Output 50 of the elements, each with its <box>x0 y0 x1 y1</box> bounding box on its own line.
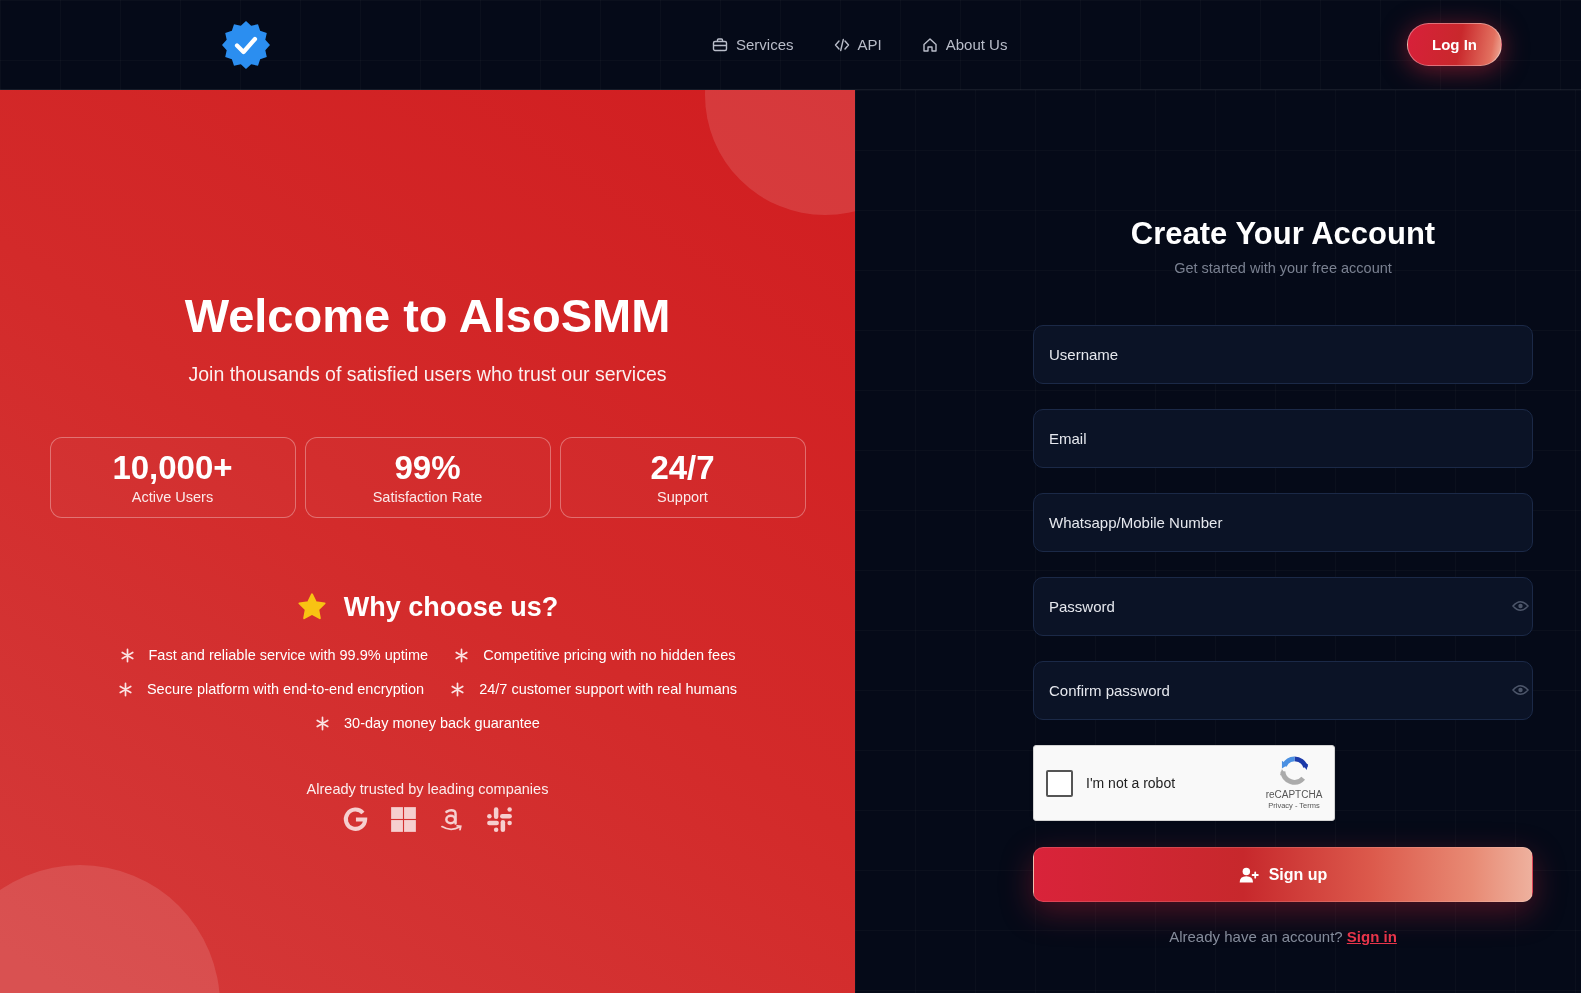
input-field[interactable]: Username <box>1033 325 1533 384</box>
hash-logo-icon <box>486 806 513 833</box>
stat-label: Satisfaction Rate <box>372 487 483 506</box>
form-subtitle: Get started with your free account <box>1173 259 1393 277</box>
hero-title: Welcome to AlsoSMM <box>184 290 671 342</box>
stat-label: Support <box>657 487 708 506</box>
asterisk-icon <box>454 647 470 663</box>
stat-value: 99% <box>394 449 461 486</box>
input-field[interactable]: Email <box>1033 409 1533 468</box>
nav-link[interactable]: Services <box>712 36 794 53</box>
eye-icon[interactable] <box>1512 600 1529 612</box>
password-field[interactable]: Password <box>1033 577 1533 636</box>
four-squares-logo-icon <box>390 806 417 833</box>
asterisk-icon <box>119 647 135 663</box>
captcha-brand: reCAPTCHA <box>1265 789 1323 801</box>
g-logo-icon <box>342 806 369 833</box>
user-plus-icon <box>1238 866 1259 883</box>
nav-link[interactable]: API <box>833 36 882 53</box>
captcha-label: I'm not a robot <box>1086 775 1176 791</box>
asterisk-icon <box>315 715 331 731</box>
feature-text: Fast and reliable service with 99.9% uptime <box>148 646 429 664</box>
stat-label: Active Users <box>131 487 214 506</box>
feature-text: Competitive pricing with no hidden fees <box>483 646 736 664</box>
a-smile-logo-icon <box>438 806 465 833</box>
password-field[interactable]: Confirm password <box>1033 661 1533 720</box>
check-badge-logo-icon[interactable] <box>222 20 270 69</box>
signin-link[interactable]: Sign in <box>1346 928 1397 945</box>
code-icon <box>833 36 850 53</box>
input-field[interactable]: Whatsapp/Mobile Number <box>1033 493 1533 552</box>
form-title: Create Your Account <box>1129 215 1437 252</box>
nav-link[interactable]: About Us <box>921 36 1008 53</box>
briefcase-icon <box>712 36 728 53</box>
signup-button[interactable]: Sign up <box>1033 847 1533 902</box>
feature-text: Secure platform with end-to-end encryption <box>146 680 425 698</box>
stat-value: 24/7 <box>650 449 715 486</box>
trusted-caption: Already trusted by leading companies <box>306 780 549 799</box>
signin-prompt: Already have an account? Sign in <box>1168 927 1398 947</box>
feature-text: 30-day money back guarantee <box>344 714 540 732</box>
circular-arrows-icon <box>1278 755 1310 786</box>
asterisk-icon <box>450 681 466 697</box>
feature-text: 24/7 customer support with real humans <box>479 680 738 698</box>
star-icon <box>296 592 327 622</box>
stat-value: 10,000+ <box>112 449 233 486</box>
captcha-checkbox[interactable] <box>1046 769 1073 797</box>
section-heading: Why choose us? <box>343 591 559 623</box>
login-button[interactable]: Log In <box>1407 23 1502 66</box>
asterisk-icon <box>117 681 133 697</box>
home-icon <box>921 36 938 53</box>
eye-icon[interactable] <box>1512 684 1529 696</box>
hero-subtitle: Join thousands of satisfied users who trust our services <box>188 362 667 386</box>
